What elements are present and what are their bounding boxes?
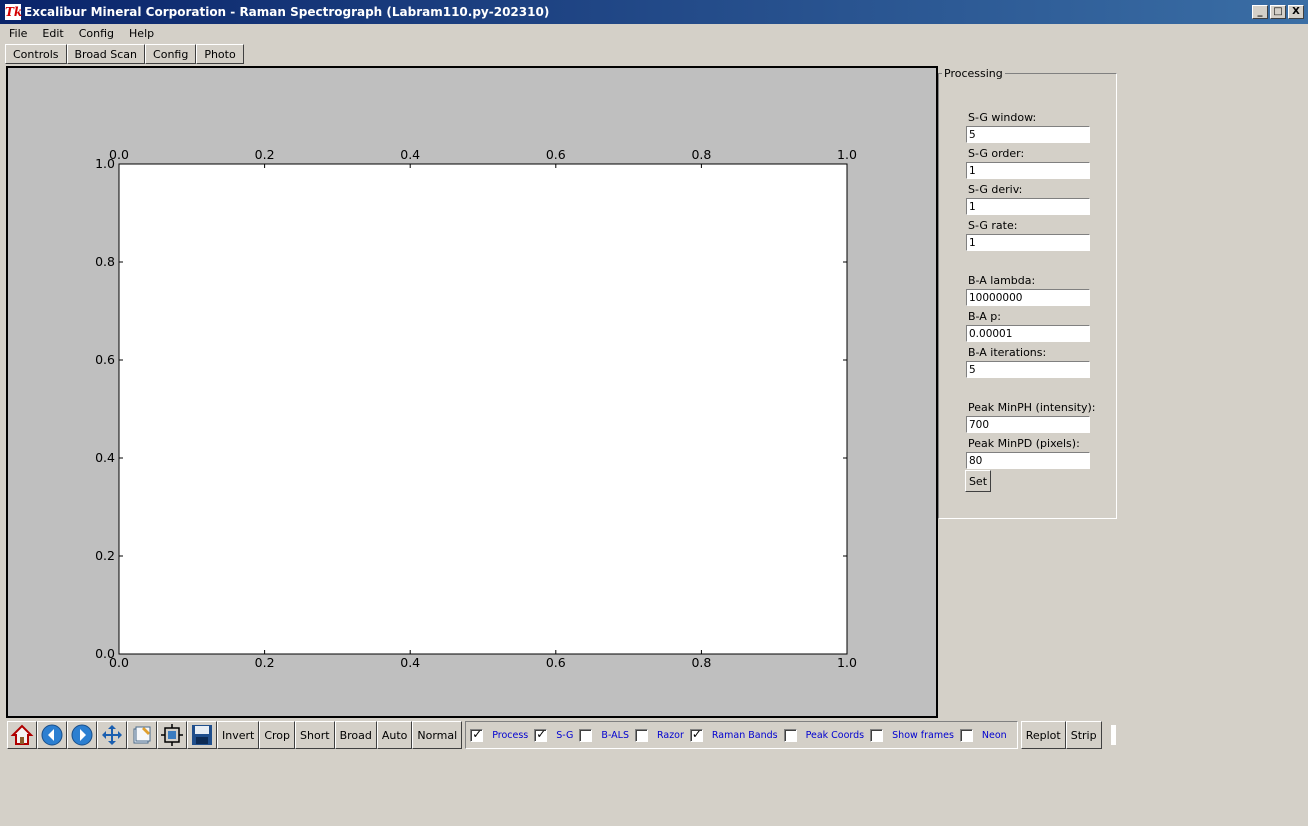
sg-rate-label: S-G rate: [968, 219, 1018, 232]
peak-minph-label: Peak MinPH (intensity): [968, 401, 1096, 414]
menu-help[interactable]: Help [120, 27, 160, 40]
menu-config[interactable]: Config [70, 27, 120, 40]
sg-label: S-G [556, 729, 574, 741]
x-tick-label-top: 0.8 [691, 147, 711, 162]
neon-checkbox[interactable]: Neon [959, 728, 1007, 742]
display-options: Process S-G B-ALS Razor Raman Bands Peak… [465, 721, 1018, 749]
sg-order-input[interactable]: 1 [966, 162, 1090, 179]
process-checkbox[interactable]: Process [470, 727, 529, 742]
bals-checkbox[interactable]: B-ALS [579, 728, 629, 742]
sg-window-input[interactable]: 5 [966, 126, 1090, 143]
plot-figure: 0.0 0.2 0.4 0.6 0.8 1.00.0 0.2 0.4 0.6 0.8 1.00.00… [95, 147, 857, 670]
strip-button[interactable]: Strip [1065, 721, 1102, 749]
show-frames-checkbox-box[interactable] [870, 728, 884, 742]
sg-checkbox-box[interactable] [534, 727, 548, 742]
x-tick-label-top: 0.6 [546, 147, 566, 162]
broad-button[interactable]: Broad [334, 721, 377, 749]
home-icon[interactable] [7, 721, 37, 749]
neon-checkbox-box[interactable] [959, 728, 973, 742]
crop-button[interactable]: Crop [259, 721, 296, 749]
ba-p-input[interactable]: 0.00001 [966, 325, 1090, 342]
y-tick-label: 0.2 [95, 548, 115, 563]
y-tick-label: 0.6 [95, 352, 115, 367]
sg-deriv-label: S-G deriv: [968, 183, 1023, 196]
x-tick-label-top: 0.2 [255, 147, 275, 162]
processing-title: Processing [942, 67, 1005, 80]
raman-bands-label: Raman Bands [711, 729, 778, 741]
sg-checkbox[interactable]: S-G [534, 727, 574, 742]
x-tick-label-top: 1.0 [837, 147, 857, 162]
raman-bands-checkbox-box[interactable] [689, 727, 703, 742]
razor-checkbox-box[interactable] [634, 728, 648, 742]
menu-bar: File Edit Config Help [0, 24, 160, 42]
tab-config[interactable]: Config [145, 44, 197, 64]
bals-label: B-ALS [601, 729, 629, 741]
peak-minpd-input[interactable]: 80 [966, 452, 1090, 469]
maximize-button[interactable]: □ [1270, 5, 1286, 19]
x-tick-label-bottom: 0.8 [691, 655, 711, 670]
set-button[interactable]: Set [965, 470, 991, 492]
title-bar: Tk Excalibur Mineral Corporation - Raman… [0, 0, 1308, 24]
tab-broad-scan[interactable]: Broad Scan [66, 44, 146, 64]
x-tick-label-bottom: 1.0 [837, 655, 857, 670]
neon-label: Neon [981, 729, 1007, 741]
forward-icon[interactable] [67, 721, 97, 749]
process-label: Process [492, 729, 529, 741]
back-icon[interactable] [37, 721, 67, 749]
auto-button[interactable]: Auto [376, 721, 413, 749]
sg-deriv-input[interactable]: 1 [966, 198, 1090, 215]
status-indicator [1111, 725, 1116, 745]
x-tick-label-bottom: 0.2 [255, 655, 275, 670]
window-title: Excalibur Mineral Corporation - Raman Sp… [24, 5, 550, 19]
tab-controls[interactable]: Controls [5, 44, 67, 64]
menu-edit[interactable]: Edit [33, 27, 69, 40]
ba-iterations-input[interactable]: 5 [966, 361, 1090, 378]
tab-photo[interactable]: Photo [196, 44, 244, 64]
invert-button[interactable]: Invert [217, 721, 260, 749]
short-button[interactable]: Short [295, 721, 335, 749]
process-checkbox-box[interactable] [470, 727, 484, 742]
ba-p-label: B-A p: [968, 310, 1001, 323]
razor-label: Razor [656, 729, 684, 741]
bottom-toolbar: Invert Crop Short Broad Auto Normal Proc… [7, 721, 1102, 749]
y-tick-label: 0.4 [95, 450, 115, 465]
y-tick-label: 0.8 [95, 254, 115, 269]
raman-bands-checkbox[interactable]: Raman Bands [689, 727, 778, 742]
minimize-button[interactable]: _ [1252, 5, 1268, 19]
x-tick-label-top: 0.4 [400, 147, 420, 162]
y-tick-label: 0.0 [95, 646, 115, 661]
sg-order-label: S-G order: [968, 147, 1025, 160]
tab-bar: Controls Broad Scan Config Photo [5, 44, 244, 64]
tk-feather-icon: Tk [5, 4, 23, 20]
bals-checkbox-box[interactable] [579, 728, 593, 742]
peak-coords-label: Peak Coords [805, 729, 865, 741]
plot-canvas[interactable]: 0.0 0.2 0.4 0.6 0.8 1.0 0.0 0.2 0.4 0.6 0.8 1.0 0.0 0… [6, 66, 938, 718]
save-icon[interactable] [187, 721, 217, 749]
x-tick-label-bottom: 0.4 [400, 655, 420, 670]
replot-button[interactable]: Replot [1020, 721, 1066, 749]
ba-lambda-input[interactable]: 10000000 [966, 289, 1090, 306]
plot-axes [118, 163, 848, 655]
peak-minpd-label: Peak MinPD (pixels): [968, 437, 1080, 450]
y-tick-label: 1.0 [95, 156, 115, 171]
show-frames-checkbox[interactable]: Show frames [870, 728, 954, 742]
peak-minph-input[interactable]: 700 [966, 416, 1090, 433]
normal-button[interactable]: Normal [412, 721, 463, 749]
sg-rate-input[interactable]: 1 [966, 234, 1090, 251]
subplots-icon[interactable] [127, 721, 157, 749]
pan-icon[interactable] [97, 721, 127, 749]
show-frames-label: Show frames [892, 729, 954, 741]
peak-coords-checkbox-box[interactable] [783, 728, 797, 742]
ba-iterations-label: B-A iterations: [968, 346, 1047, 359]
menu-file[interactable]: File [0, 27, 33, 40]
close-button[interactable]: X [1288, 5, 1304, 19]
ba-lambda-label: B-A lambda: [968, 274, 1036, 287]
peak-coords-checkbox[interactable]: Peak Coords [783, 728, 865, 742]
x-tick-label-bottom: 0.6 [546, 655, 566, 670]
configure-icon[interactable] [157, 721, 187, 749]
sg-window-label: S-G window: [968, 111, 1037, 124]
razor-checkbox[interactable]: Razor [634, 728, 684, 742]
